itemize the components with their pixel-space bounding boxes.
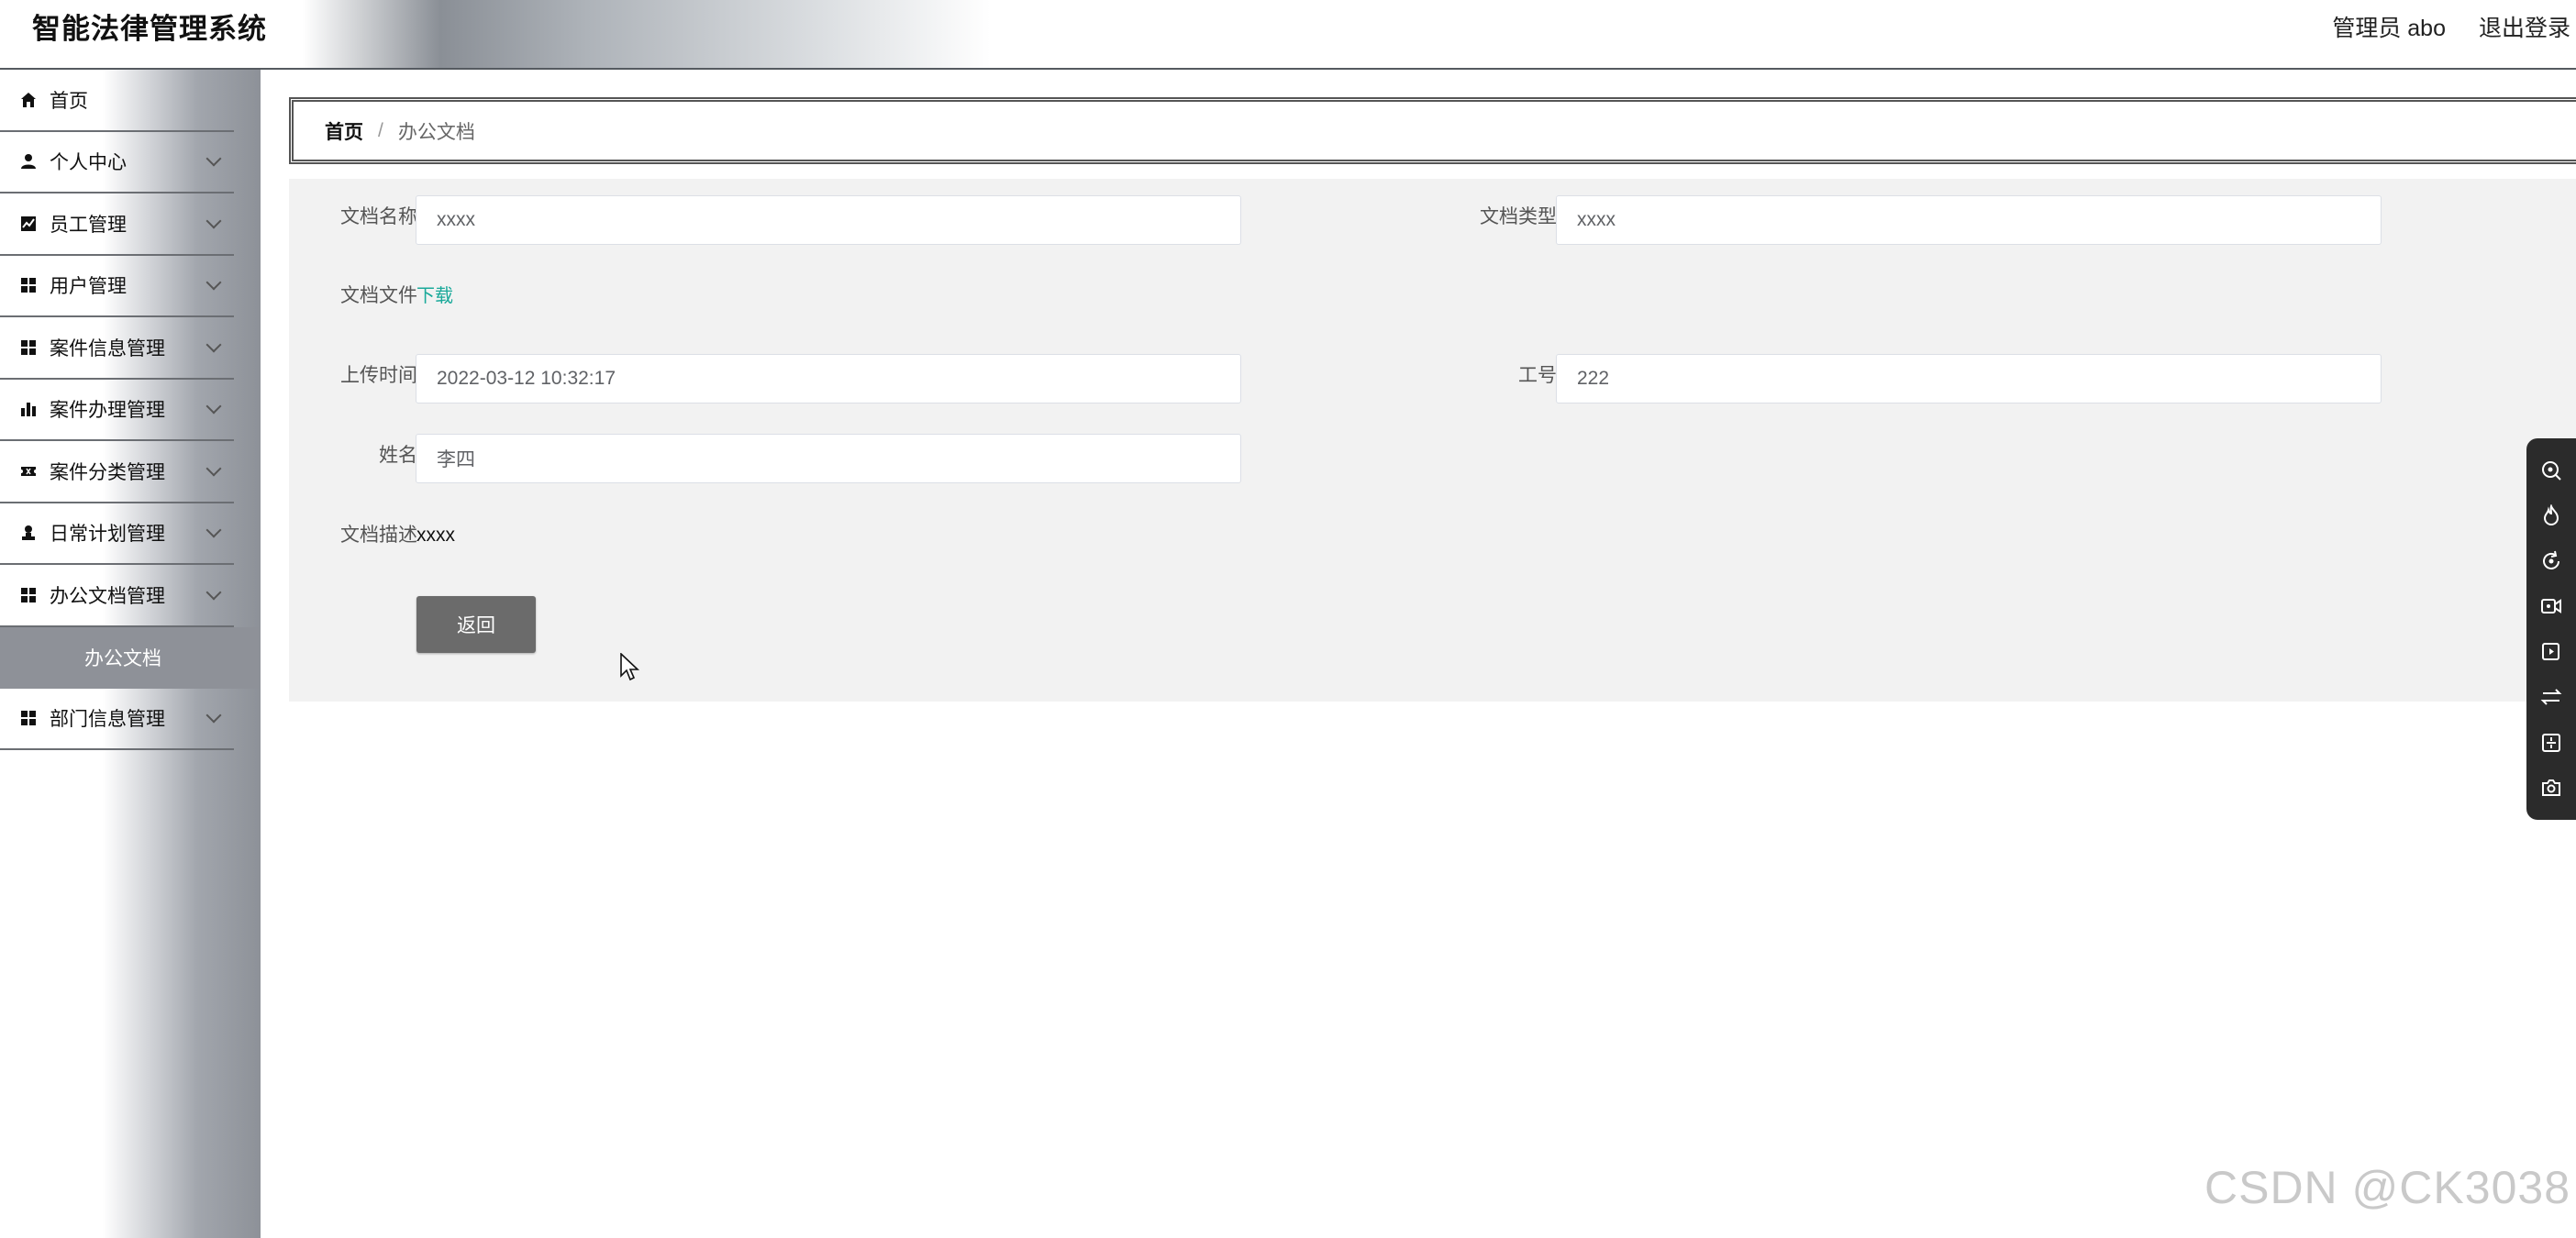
swap-icon[interactable] — [2539, 685, 2563, 709]
breadcrumb-current: 办公文档 — [397, 121, 475, 143]
fire-icon[interactable] — [2539, 503, 2563, 527]
sidebar-item-office-doc-management[interactable]: 办公文档管理 — [0, 565, 234, 627]
desc-label: 文档描述 — [340, 525, 417, 546]
sidebar-item-label: 案件办理管理 — [50, 400, 165, 422]
logout-link[interactable]: 退出登录 — [2479, 13, 2576, 44]
breadcrumb: 首页 / 办公文档 — [289, 97, 2576, 164]
breadcrumb-home[interactable]: 首页 — [325, 117, 363, 145]
user-icon — [20, 153, 37, 170]
sidebar-item-personal-center[interactable]: 个人中心 — [0, 132, 234, 193]
sidebar-item-label: 首页 — [50, 90, 88, 112]
chevron-down-icon — [205, 150, 222, 167]
breadcrumb-separator: / — [378, 119, 383, 141]
sidebar-item-user-management[interactable]: 用户管理 — [0, 256, 234, 317]
doc-name-field[interactable] — [416, 195, 1241, 245]
chevron-down-icon — [205, 584, 222, 601]
sidebar-item-label: 用户管理 — [50, 276, 127, 298]
submenu-item-office-doc[interactable]: 办公文档 — [0, 626, 261, 689]
bar-chart-icon — [20, 401, 37, 417]
sidebar-menu: 首页 个人中心 员工管理 用户管理 案件信息管理 案件办理管理 案件分类管理 日… — [0, 70, 261, 750]
back-button[interactable]: 返回 — [416, 596, 536, 653]
upload-time-label: 上传时间 — [340, 365, 417, 386]
chevron-down-icon — [205, 460, 222, 477]
upload-time-field[interactable] — [416, 354, 1241, 403]
sidebar-item-case-handling-management[interactable]: 案件办理管理 — [0, 380, 234, 441]
play-frame-icon[interactable] — [2539, 640, 2563, 664]
doc-file-label: 文档文件 — [340, 285, 417, 306]
floating-toolbar — [2526, 438, 2576, 820]
sidebar-item-case-category-management[interactable]: 案件分类管理 — [0, 441, 234, 503]
sidebar-item-employee-management[interactable]: 员工管理 — [0, 193, 234, 256]
crop-icon[interactable] — [2539, 731, 2563, 755]
refresh-icon[interactable] — [2539, 549, 2563, 573]
sidebar-item-label: 办公文档管理 — [50, 585, 165, 607]
header-user-area: 管理员 abo 退出登录 — [2332, 13, 2576, 44]
sidebar: 首页 个人中心 员工管理 用户管理 案件信息管理 案件办理管理 案件分类管理 日… — [0, 70, 261, 1238]
sidebar-item-department-management[interactable]: 部门信息管理 — [0, 689, 234, 750]
mouse-cursor-icon — [620, 652, 640, 682]
sidebar-item-daily-plan-management[interactable]: 日常计划管理 — [0, 503, 234, 565]
grid-icon — [20, 339, 37, 356]
chart-line-icon — [20, 216, 37, 232]
doc-type-field[interactable] — [1556, 195, 2382, 245]
job-no-label: 工号 — [1518, 365, 1557, 386]
camera-icon[interactable] — [2539, 776, 2563, 800]
sidebar-item-label: 日常计划管理 — [50, 524, 165, 546]
ticket-icon — [20, 463, 37, 480]
chevron-down-icon — [205, 707, 222, 724]
video-record-icon[interactable] — [2539, 594, 2563, 618]
sidebar-item-home[interactable]: 首页 — [0, 70, 234, 132]
desc-value: xxxx — [416, 525, 455, 546]
name-label: 姓名 — [379, 445, 417, 466]
chevron-down-icon — [205, 274, 222, 291]
sidebar-item-label: 案件分类管理 — [50, 461, 165, 483]
sidebar-item-label: 个人中心 — [50, 152, 127, 174]
chevron-down-icon — [205, 398, 222, 415]
name-field[interactable] — [416, 434, 1241, 483]
chevron-down-icon — [205, 337, 222, 353]
home-icon — [20, 92, 37, 108]
sidebar-item-label: 案件信息管理 — [50, 337, 165, 359]
sidebar-item-label: 部门信息管理 — [50, 709, 165, 731]
job-no-field[interactable] — [1556, 354, 2382, 403]
document-detail-form: 文档名称 文档类型 文档文件 下载 上传时间 工号 姓名 文档描述 xxxx 返… — [289, 179, 2576, 702]
watermark: CSDN @CK3038 — [2204, 1162, 2570, 1213]
search-target-icon[interactable] — [2539, 459, 2563, 482]
grid-icon — [20, 277, 37, 293]
chevron-down-icon — [205, 522, 222, 538]
sidebar-item-case-info-management[interactable]: 案件信息管理 — [0, 317, 234, 380]
grid-icon — [20, 587, 37, 603]
top-header: 智能法律管理系统 管理员 abo 退出登录 — [0, 0, 2576, 70]
sidebar-item-label: 员工管理 — [50, 214, 127, 236]
admin-label: 管理员 abo — [2332, 16, 2446, 41]
doc-type-label: 文档类型 — [1480, 206, 1557, 227]
person-stamp-icon — [20, 525, 37, 541]
grid-icon — [20, 710, 37, 726]
doc-name-label: 文档名称 — [340, 206, 417, 227]
chevron-down-icon — [205, 213, 222, 229]
app-title: 智能法律管理系统 — [32, 13, 267, 45]
download-link[interactable]: 下载 — [416, 282, 453, 310]
